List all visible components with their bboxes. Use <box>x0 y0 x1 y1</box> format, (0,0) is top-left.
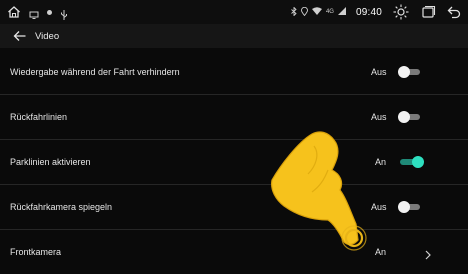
setting-value: An <box>375 157 387 167</box>
nav-back-icon[interactable] <box>13 29 27 43</box>
setting-label: Frontkamera <box>10 247 62 257</box>
clock: 09:40 <box>355 6 382 18</box>
setting-label: Rückfahrlinien <box>10 112 68 122</box>
bluetooth-icon <box>291 5 297 18</box>
setting-label: Rückfahrkamera spiegeln <box>10 202 113 212</box>
setting-row-playback-while-driving[interactable]: Wiedergabe während der Fahrt verhindern … <box>0 50 468 95</box>
chevron-right-icon[interactable] <box>424 247 432 260</box>
home-icon[interactable] <box>7 5 21 19</box>
recording-dot-icon <box>47 9 52 15</box>
status-bar: 4G 09:40 <box>0 0 468 24</box>
network-label: 4G <box>325 9 334 15</box>
app-bar: Video <box>0 24 468 48</box>
screen-cast-icon <box>29 7 39 19</box>
setting-row-parking-lines[interactable]: Parklinien aktivieren An <box>0 140 468 185</box>
setting-value: Aus <box>371 67 387 77</box>
toggle-switch[interactable] <box>396 200 426 214</box>
setting-value: An <box>375 247 387 257</box>
setting-row-mirror-rear-camera[interactable]: Rückfahrkamera spiegeln Aus <box>0 185 468 230</box>
setting-label: Parklinien aktivieren <box>10 157 91 167</box>
brightness-icon[interactable] <box>392 3 410 21</box>
setting-row-reverse-lines[interactable]: Rückfahrlinien Aus <box>0 95 468 140</box>
setting-value: Aus <box>371 202 387 212</box>
toggle-switch[interactable] <box>396 65 426 79</box>
setting-row-front-camera[interactable]: Frontkamera An <box>0 230 468 274</box>
toggle-switch[interactable] <box>396 110 426 124</box>
setting-value: Aus <box>371 112 387 122</box>
toggle-switch[interactable] <box>396 155 426 169</box>
recent-apps-icon[interactable] <box>420 4 436 20</box>
setting-label: Wiedergabe während der Fahrt verhindern <box>10 67 180 77</box>
signal-icon <box>337 7 346 17</box>
back-arrow-icon[interactable] <box>446 4 462 20</box>
location-icon <box>301 6 308 18</box>
wifi-icon <box>311 7 322 17</box>
settings-list: Wiedergabe während der Fahrt verhindern … <box>0 50 468 274</box>
usb-icon <box>60 7 68 20</box>
page-title: Video <box>35 30 60 42</box>
